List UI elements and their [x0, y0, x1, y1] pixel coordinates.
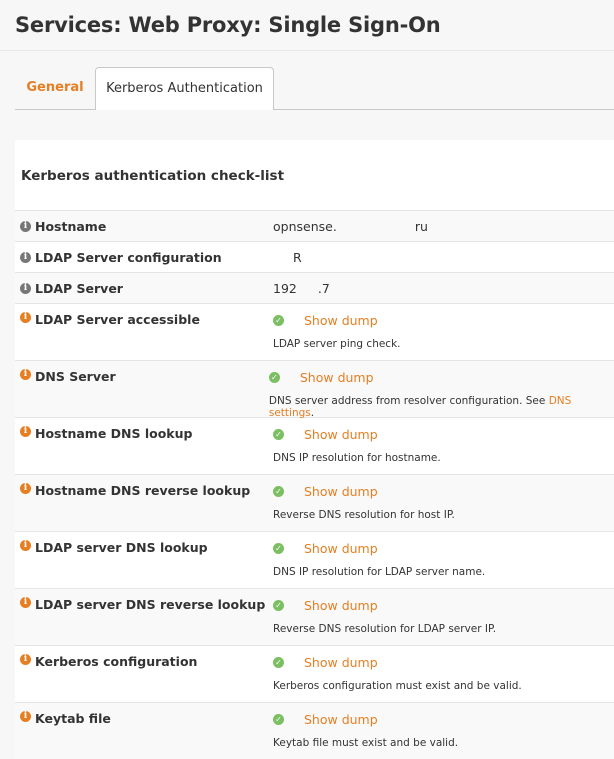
row-hostname-dns-reverse-lookup: i Hostname DNS reverse lookup ✓ Show dump… — [15, 474, 614, 531]
info-circle-icon[interactable]: i — [20, 282, 31, 294]
row-ldap-server-dns-lookup: i LDAP server DNS lookup ✓ Show dump DNS … — [15, 531, 614, 588]
row-label: Kerberos configuration — [35, 654, 198, 669]
info-circle-icon[interactable]: i — [20, 312, 31, 323]
info-circle-icon[interactable]: i — [20, 540, 31, 551]
tab-general[interactable]: General — [15, 67, 95, 109]
row-label: DNS Server — [35, 369, 116, 384]
help-text: Keytab file must exist and be valid. — [273, 737, 459, 749]
check-circle-icon: ✓ — [273, 542, 284, 554]
row-label: LDAP server DNS reverse lookup — [35, 597, 266, 612]
check-circle-icon: ✓ — [273, 599, 284, 611]
row-label: LDAP server DNS lookup — [35, 540, 208, 555]
info-circle-icon[interactable]: i — [20, 220, 31, 232]
show-dump-link[interactable]: Show dump — [304, 598, 378, 613]
page-header: Services: Web Proxy: Single Sign-On — [0, 0, 614, 51]
show-dump-link[interactable]: Show dump — [304, 484, 378, 499]
check-circle-icon: ✓ — [273, 485, 284, 497]
ldap-config-value: R — [293, 249, 302, 265]
help-text: DNS IP resolution for LDAP server name. — [273, 566, 486, 578]
row-kerberos-configuration: i Kerberos configuration ✓ Show dump Kerb… — [15, 645, 614, 702]
row-hostname: i Hostname opnsense. ru — [15, 210, 614, 241]
row-label: LDAP Server configuration — [35, 249, 222, 265]
info-circle-icon[interactable]: i — [20, 711, 31, 722]
show-dump-link[interactable]: Show dump — [304, 313, 378, 328]
help-text: LDAP server ping check. — [273, 338, 401, 350]
ldap-server-ip-a: 192 — [273, 280, 297, 296]
info-circle-icon[interactable]: i — [20, 251, 31, 263]
show-dump-link[interactable]: Show dump — [300, 370, 374, 385]
row-label: LDAP Server accessible — [35, 312, 200, 327]
checklist-title: Kerberos authentication check-list — [21, 168, 285, 184]
row-keytab-file: i Keytab file ✓ Show dump Keytab file mus… — [15, 702, 614, 759]
help-text: DNS server address from resolver configu… — [268, 395, 572, 419]
show-dump-link[interactable]: Show dump — [304, 427, 378, 442]
row-label: Keytab file — [35, 711, 111, 726]
row-label: Hostname DNS reverse lookup — [35, 483, 251, 498]
checklist-table: i Hostname opnsense. ru i LDAP Server con… — [15, 210, 614, 759]
check-circle-icon: ✓ — [268, 371, 280, 383]
tab-content: Kerberos authentication check-list i Hos… — [15, 110, 614, 759]
ldap-server-ip-b: .7 — [317, 280, 330, 296]
content-spacer — [15, 110, 614, 140]
check-circle-icon: ✓ — [273, 314, 284, 326]
row-ldap-server-dns-reverse-lookup: i LDAP server DNS reverse lookup ✓ Show d… — [15, 588, 614, 645]
page-title: Services: Web Proxy: Single Sign-On — [15, 13, 441, 37]
show-dump-link[interactable]: Show dump — [304, 712, 378, 727]
help-text: Reverse DNS resolution for host IP. — [273, 509, 455, 521]
show-dump-link[interactable]: Show dump — [304, 541, 378, 556]
row-label: Hostname — [35, 218, 107, 234]
info-circle-icon[interactable]: i — [20, 597, 31, 608]
help-text: DNS IP resolution for hostname. — [273, 452, 441, 464]
info-circle-icon[interactable]: i — [20, 483, 31, 494]
hostname-domain: ru — [414, 218, 428, 234]
check-circle-icon: ✓ — [273, 713, 284, 725]
row-dns-server: i DNS Server ✓ Show dump DNS server addre… — [15, 360, 614, 419]
help-text: Reverse DNS resolution for LDAP server I… — [273, 623, 497, 635]
row-ldap-server-accessible: i LDAP Server accessible ✓ Show dump LDAP… — [15, 303, 614, 360]
row-label: Hostname DNS lookup — [35, 426, 193, 441]
check-circle-icon: ✓ — [273, 656, 284, 668]
info-circle-icon[interactable]: i — [20, 426, 31, 437]
tab-bar: General Kerberos Authentication — [15, 67, 614, 110]
help-text: Kerberos configuration must exist and be… — [273, 680, 522, 692]
hostname-value: opnsense. — [273, 218, 337, 234]
row-hostname-dns-lookup: i Hostname DNS lookup ✓ Show dump DNS IP … — [15, 417, 614, 474]
info-circle-icon[interactable]: i — [20, 369, 31, 380]
info-circle-icon[interactable]: i — [20, 654, 31, 665]
row-ldap-server: i LDAP Server 192 .7 — [15, 272, 614, 303]
tab-kerberos-authentication[interactable]: Kerberos Authentication — [95, 67, 274, 110]
check-circle-icon: ✓ — [273, 428, 284, 440]
row-label: LDAP Server — [35, 280, 123, 296]
show-dump-link[interactable]: Show dump — [304, 655, 378, 670]
row-ldap-server-configuration: i LDAP Server configuration R — [15, 241, 614, 272]
